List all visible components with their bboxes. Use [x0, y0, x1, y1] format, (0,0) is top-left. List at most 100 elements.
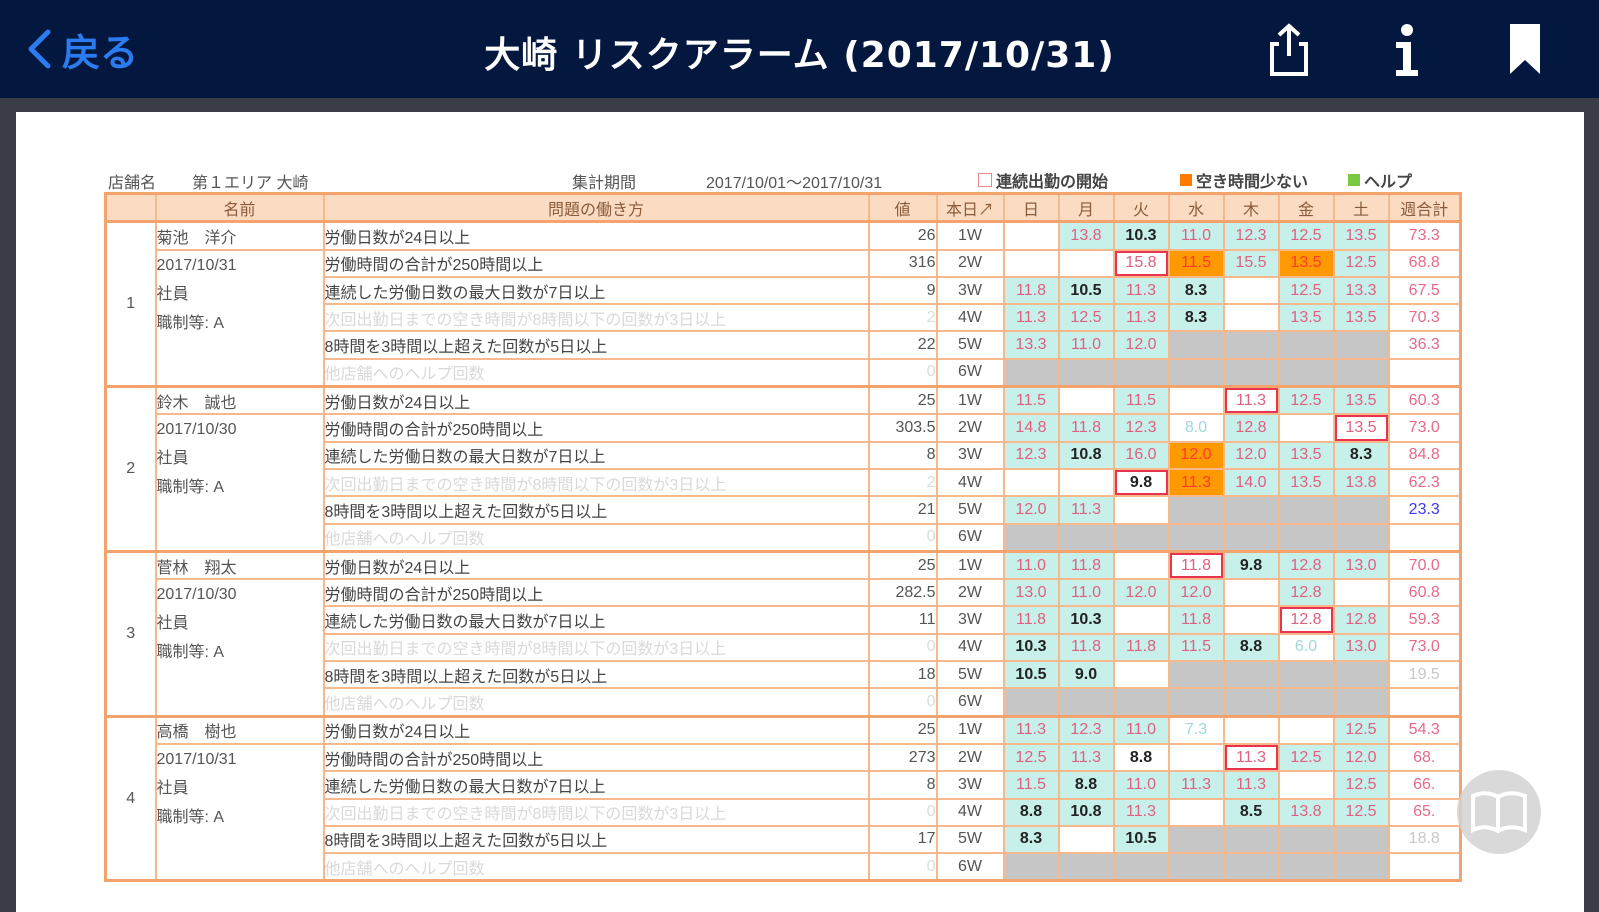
day-cell-sun[interactable] — [1002, 248, 1060, 278]
day-cell-tue[interactable] — [1112, 522, 1170, 553]
day-cell-sat[interactable] — [1332, 852, 1390, 882]
day-cell-tue[interactable] — [1112, 660, 1170, 690]
day-cell-wed[interactable]: 7.3 — [1167, 714, 1225, 745]
day-cell-wed[interactable] — [1167, 357, 1225, 388]
day-cell-sun[interactable]: 13.0 — [1002, 578, 1060, 608]
day-cell-sat[interactable] — [1332, 824, 1390, 855]
day-cell-mon[interactable]: 10.8 — [1057, 440, 1115, 470]
day-cell-mon[interactable]: 8.8 — [1057, 770, 1115, 800]
day-cell-sun[interactable]: 14.8 — [1002, 413, 1060, 443]
day-cell-thu[interactable]: 12.8 — [1222, 413, 1280, 443]
employee-name[interactable]: 菊池 洋介 — [154, 220, 325, 251]
day-cell-wed[interactable] — [1167, 495, 1225, 525]
employee-name[interactable]: 鈴木 誠也 — [154, 385, 325, 416]
day-cell-sat[interactable]: 12.5 — [1332, 770, 1390, 800]
day-cell-sun[interactable]: 11.0 — [1002, 549, 1060, 581]
day-cell-mon[interactable] — [1057, 522, 1115, 553]
day-cell-sun[interactable]: 11.8 — [1002, 605, 1060, 635]
day-cell-sat[interactable]: 12.5 — [1332, 714, 1390, 745]
day-cell-wed[interactable] — [1167, 660, 1225, 690]
day-cell-thu[interactable] — [1222, 357, 1280, 388]
day-cell-thu[interactable] — [1222, 852, 1280, 882]
day-cell-thu[interactable] — [1222, 495, 1280, 525]
day-cell-sun[interactable] — [1002, 357, 1060, 388]
day-cell-tue[interactable]: 8.8 — [1112, 742, 1170, 773]
day-cell-wed[interactable]: 11.3 — [1167, 770, 1225, 800]
day-cell-sun[interactable]: 11.5 — [1002, 385, 1060, 416]
day-cell-thu[interactable] — [1222, 687, 1280, 718]
day-cell-thu[interactable]: 8.8 — [1222, 632, 1280, 663]
day-cell-sun[interactable] — [1002, 220, 1060, 251]
day-cell-sun[interactable] — [1002, 522, 1060, 553]
day-cell-tue[interactable] — [1112, 605, 1170, 635]
day-cell-fri[interactable]: 6.0 — [1277, 632, 1335, 663]
day-cell-mon[interactable] — [1057, 467, 1115, 498]
day-cell-mon[interactable] — [1057, 385, 1115, 416]
day-cell-fri[interactable] — [1277, 522, 1335, 553]
employee-name[interactable]: 菅林 翔太 — [154, 549, 325, 581]
day-cell-thu[interactable]: 11.3 — [1222, 770, 1280, 800]
day-cell-fri[interactable]: 12.5 — [1277, 385, 1335, 416]
day-cell-fri[interactable] — [1277, 357, 1335, 388]
day-cell-fri[interactable] — [1277, 687, 1335, 718]
day-cell-thu[interactable]: 11.3 — [1222, 742, 1280, 773]
day-cell-wed[interactable] — [1167, 522, 1225, 553]
day-cell-fri[interactable]: 13.5 — [1277, 248, 1335, 278]
day-cell-mon[interactable] — [1057, 357, 1115, 388]
day-cell-mon[interactable]: 10.8 — [1057, 797, 1115, 827]
day-cell-fri[interactable] — [1277, 714, 1335, 745]
day-cell-tue[interactable]: 11.0 — [1112, 714, 1170, 745]
day-cell-sat[interactable] — [1332, 522, 1390, 553]
day-cell-wed[interactable]: 8.0 — [1167, 413, 1225, 443]
day-cell-sat[interactable] — [1332, 660, 1390, 690]
day-cell-wed[interactable]: 11.8 — [1167, 605, 1225, 635]
day-cell-sat[interactable] — [1332, 687, 1390, 718]
day-cell-thu[interactable] — [1222, 330, 1280, 360]
day-cell-sat[interactable]: 8.3 — [1332, 440, 1390, 470]
day-cell-thu[interactable] — [1222, 714, 1280, 745]
day-cell-tue[interactable] — [1112, 495, 1170, 525]
day-cell-tue[interactable]: 12.0 — [1112, 330, 1170, 360]
day-cell-sun[interactable]: 12.3 — [1002, 440, 1060, 470]
day-cell-wed[interactable]: 8.3 — [1167, 275, 1225, 306]
day-cell-sun[interactable]: 11.8 — [1002, 275, 1060, 306]
day-cell-fri[interactable]: 13.5 — [1277, 467, 1335, 498]
day-cell-wed[interactable]: 8.3 — [1167, 303, 1225, 333]
day-cell-tue[interactable]: 15.8 — [1112, 248, 1170, 278]
day-cell-mon[interactable] — [1057, 852, 1115, 882]
day-cell-sat[interactable]: 13.3 — [1332, 275, 1390, 306]
day-cell-tue[interactable]: 11.3 — [1112, 303, 1170, 333]
day-cell-wed[interactable]: 11.0 — [1167, 220, 1225, 251]
day-cell-thu[interactable]: 12.0 — [1222, 440, 1280, 470]
day-cell-sat[interactable]: 12.8 — [1332, 605, 1390, 635]
day-cell-fri[interactable] — [1277, 660, 1335, 690]
day-cell-wed[interactable] — [1167, 385, 1225, 416]
day-cell-sat[interactable]: 13.8 — [1332, 467, 1390, 498]
day-cell-tue[interactable] — [1112, 357, 1170, 388]
day-cell-tue[interactable]: 11.3 — [1112, 797, 1170, 827]
day-cell-fri[interactable] — [1277, 413, 1335, 443]
day-cell-sat[interactable]: 13.5 — [1332, 413, 1390, 443]
day-cell-wed[interactable]: 12.0 — [1167, 578, 1225, 608]
day-cell-sat[interactable]: 13.0 — [1332, 632, 1390, 663]
day-cell-fri[interactable] — [1277, 852, 1335, 882]
day-cell-sun[interactable]: 13.3 — [1002, 330, 1060, 360]
day-cell-fri[interactable] — [1277, 824, 1335, 855]
day-cell-mon[interactable] — [1057, 824, 1115, 855]
day-cell-wed[interactable]: 12.0 — [1167, 440, 1225, 470]
bookmark-icon[interactable] — [1498, 22, 1552, 78]
day-cell-sat[interactable] — [1332, 357, 1390, 388]
day-cell-mon[interactable]: 12.3 — [1057, 714, 1115, 745]
day-cell-mon[interactable]: 10.3 — [1057, 605, 1115, 635]
day-cell-thu[interactable]: 12.3 — [1222, 220, 1280, 251]
day-cell-mon[interactable]: 11.0 — [1057, 330, 1115, 360]
day-cell-fri[interactable]: 13.8 — [1277, 797, 1335, 827]
day-cell-fri[interactable]: 13.5 — [1277, 440, 1335, 470]
day-cell-fri[interactable]: 12.8 — [1277, 578, 1335, 608]
day-cell-fri[interactable] — [1277, 330, 1335, 360]
header-week[interactable]: 本日↗ — [935, 192, 1005, 223]
day-cell-wed[interactable] — [1167, 852, 1225, 882]
day-cell-tue[interactable]: 12.0 — [1112, 578, 1170, 608]
day-cell-wed[interactable]: 11.5 — [1167, 632, 1225, 663]
day-cell-mon[interactable]: 12.5 — [1057, 303, 1115, 333]
